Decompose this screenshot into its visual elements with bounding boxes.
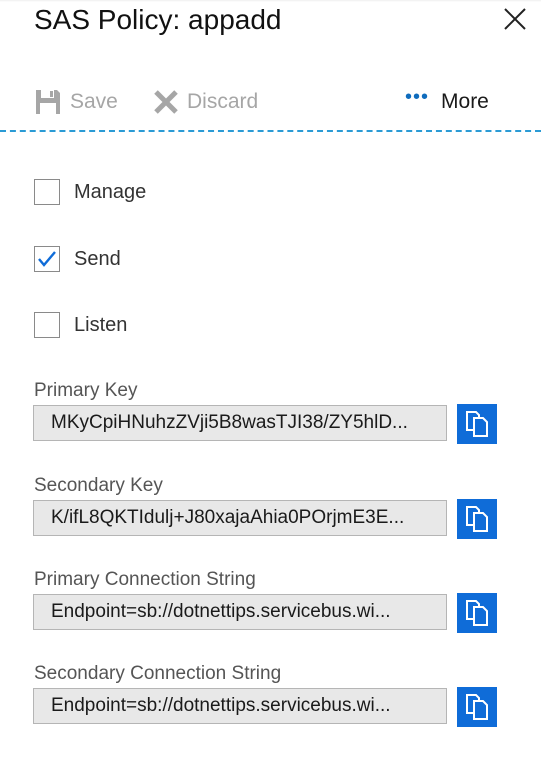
discard-label: Discard [187,90,259,113]
command-bar-separator [0,130,541,132]
primary-connection-string-label: Primary Connection String [34,569,256,590]
copy-icon [466,411,488,437]
manage-checkbox-row[interactable]: Manage [34,177,146,207]
save-label: Save [70,90,118,113]
send-checkbox[interactable] [34,246,60,272]
primary-key-label: Primary Key [34,380,138,401]
secondary-key-field[interactable]: K/ifL8QKTIdulj+J80xajaAhia0POrjmE3E... [33,500,447,536]
copy-secondary-connection-string-button[interactable] [457,687,497,727]
send-label: Send [74,247,121,270]
blade-title: SAS Policy: appadd [34,4,282,35]
copy-icon [466,600,488,626]
checkmark-icon [38,251,56,267]
save-icon [36,90,60,114]
manage-checkbox[interactable] [34,179,60,205]
close-icon [504,8,526,30]
save-button[interactable]: Save [34,86,118,118]
secondary-connection-string-field[interactable]: Endpoint=sb://dotnettips.servicebus.wi..… [33,688,447,724]
discard-button[interactable]: Discard [153,86,258,118]
manage-label: Manage [74,180,147,203]
listen-checkbox-row[interactable]: Listen [34,310,127,340]
more-label: More [441,90,489,113]
listen-checkbox[interactable] [34,312,60,338]
discard-icon [154,90,178,114]
listen-label: Listen [74,313,128,336]
copy-icon [466,506,488,532]
command-bar: Save Discard ••• More [0,80,541,124]
primary-connection-string-field[interactable]: Endpoint=sb://dotnettips.servicebus.wi..… [33,594,447,630]
copy-primary-connection-string-button[interactable] [457,593,497,633]
secondary-connection-string-label: Secondary Connection String [34,663,282,684]
primary-key-field[interactable]: MKyCpiHNuhzZVji5B8wasTJI38/ZY5hlD... [33,405,447,441]
close-button[interactable] [502,6,528,32]
copy-primary-key-button[interactable] [457,404,497,444]
secondary-key-label: Secondary Key [34,475,163,496]
more-dots-icon: ••• [405,85,430,108]
copy-icon [466,694,488,720]
copy-secondary-key-button[interactable] [457,499,497,539]
send-checkbox-row[interactable]: Send [34,244,121,274]
more-button[interactable]: ••• More [405,86,489,118]
